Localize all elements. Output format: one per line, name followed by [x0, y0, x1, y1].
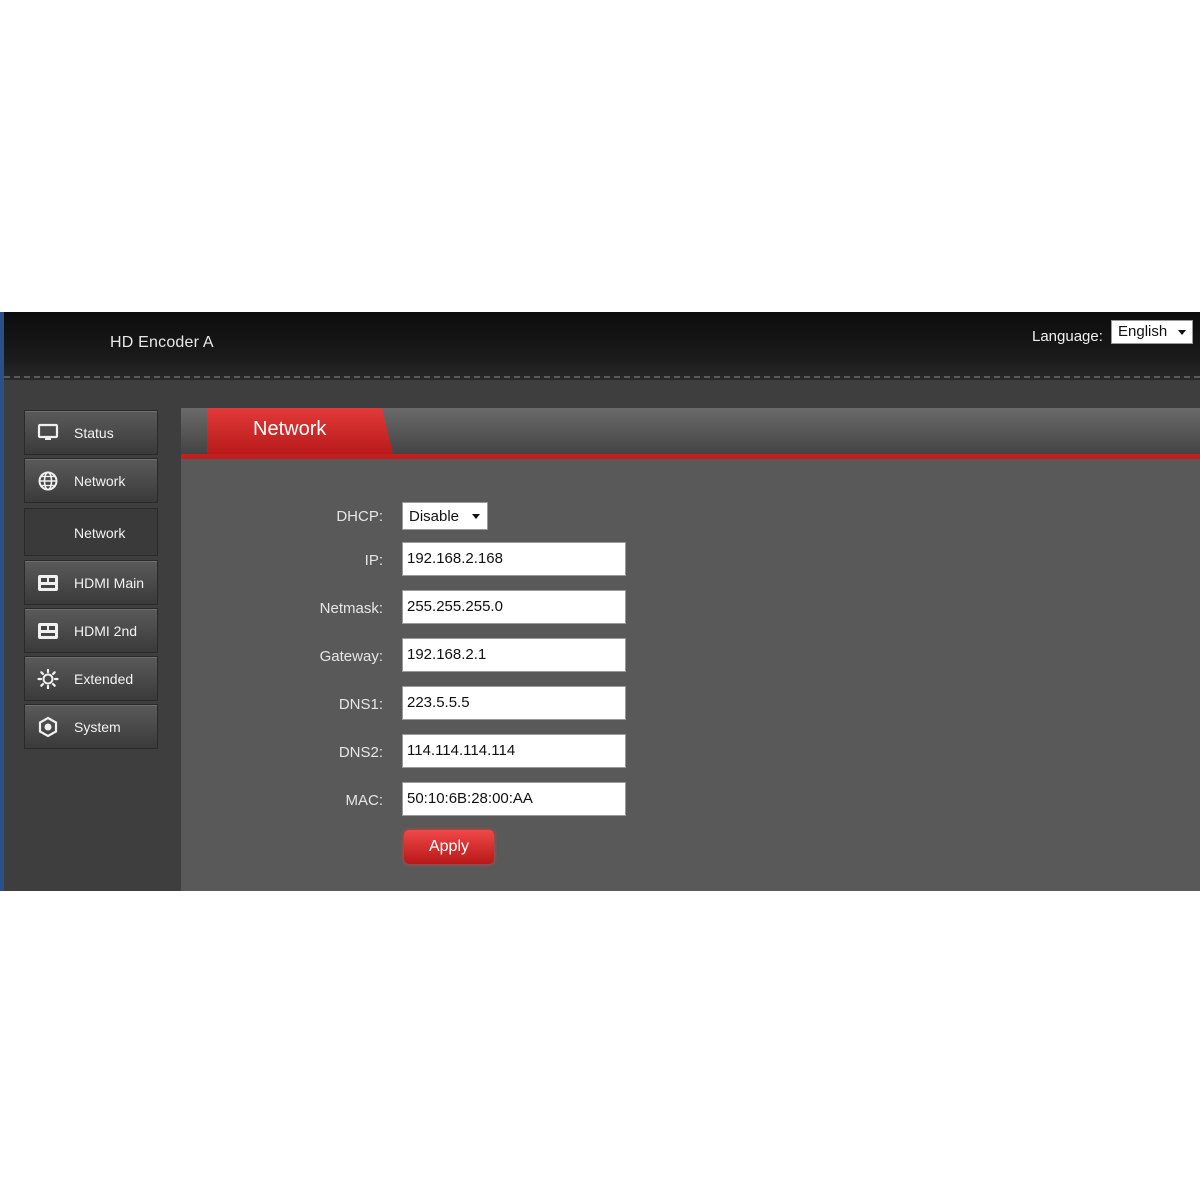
sidebar-subitem-network[interactable]: Network	[24, 508, 158, 556]
mac-field[interactable]: 50:10:6B:28:00:AA	[402, 782, 626, 816]
sidebar-item-label: Extended	[74, 671, 134, 687]
sidebar-item-extended[interactable]: Extended	[24, 656, 158, 701]
language-select-value: English	[1118, 323, 1168, 340]
globe-icon	[38, 471, 58, 491]
ip-field[interactable]: 192.168.2.168	[402, 542, 626, 576]
hdmi-port-icon	[38, 575, 58, 591]
hdmi-port-icon	[38, 623, 58, 639]
sidebar-item-label: HDMI Main	[74, 575, 145, 591]
tab-network[interactable]: Network	[207, 408, 393, 454]
dns1-label: DNS1:	[338, 696, 383, 713]
mac-label: MAC:	[345, 792, 384, 809]
apply-button[interactable]: Apply	[404, 830, 494, 864]
dns2-field[interactable]: 114.114.114.114	[402, 734, 626, 768]
top-header: HD Encoder A Language: English	[4, 312, 1200, 380]
sidebar-item-network[interactable]: Network	[24, 458, 158, 503]
sidebar-item-system[interactable]: System	[24, 704, 158, 749]
monitor-icon	[37, 423, 59, 440]
netmask-label: Netmask:	[319, 600, 383, 617]
sidebar-item-label: HDMI 2nd	[74, 623, 138, 639]
panel-header: Network	[181, 408, 1200, 454]
ip-label: IP:	[364, 552, 383, 569]
accent-divider	[181, 454, 1200, 459]
sidebar-item-label: System	[74, 719, 121, 735]
sidebar-item-label: Status	[74, 425, 114, 441]
sidebar-item-hdmi-2nd[interactable]: HDMI 2nd	[24, 608, 158, 653]
gateway-field[interactable]: 192.168.2.1	[402, 638, 626, 672]
dhcp-select[interactable]: Disable	[402, 502, 488, 530]
sidebar-item-hdmi-main[interactable]: HDMI Main	[24, 560, 158, 605]
language-select[interactable]: English	[1111, 320, 1193, 344]
dhcp-select-value: Disable	[409, 508, 460, 525]
sidebar: Status Network Network HDMI Main HDMI 2n…	[24, 408, 160, 848]
dns2-label: DNS2:	[338, 744, 383, 761]
settings-icon	[38, 717, 58, 737]
gateway-label: Gateway:	[319, 648, 383, 665]
window-edge	[0, 312, 4, 891]
sidebar-item-label: Network	[74, 473, 126, 489]
netmask-field[interactable]: 255.255.255.0	[402, 590, 626, 624]
app-title: HD Encoder A	[110, 334, 214, 351]
chevron-down-icon	[472, 514, 480, 519]
language-label: Language:	[1032, 328, 1103, 345]
main-panel: Network DHCP: Disable IP: 192.168.2.168 …	[181, 408, 1200, 891]
chevron-down-icon	[1178, 330, 1186, 335]
sidebar-item-label: Network	[74, 525, 126, 541]
header-divider	[4, 376, 1200, 378]
sidebar-item-status[interactable]: Status	[24, 410, 158, 455]
app-window: HD Encoder A Language: English Status Ne…	[0, 312, 1200, 891]
dns1-field[interactable]: 223.5.5.5	[402, 686, 626, 720]
dhcp-label: DHCP:	[336, 508, 383, 525]
tab-label: Network	[253, 418, 327, 440]
gear-icon	[37, 669, 59, 689]
